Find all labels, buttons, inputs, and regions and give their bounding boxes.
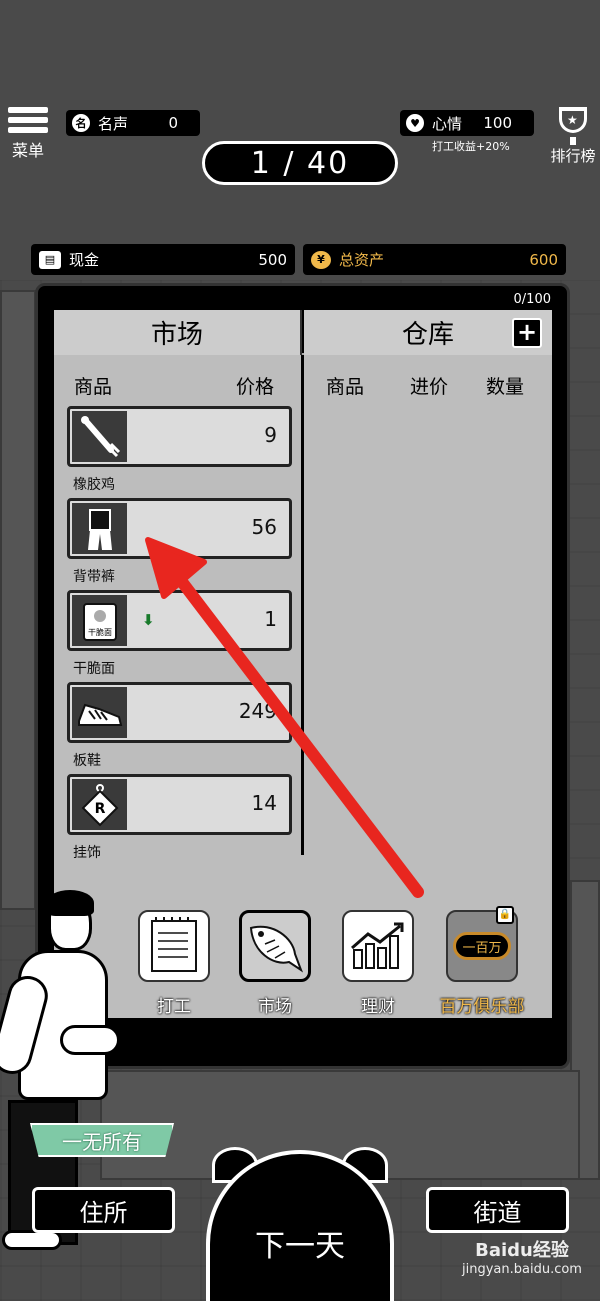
item-name: 背带裤 [73, 569, 115, 585]
character-hair [46, 890, 94, 916]
total-assets-display: ¥ 总资产 600 [303, 244, 566, 275]
market-header-price: 价格 [236, 376, 275, 398]
lock-icon: 🔒 [496, 906, 514, 924]
item-price: 249 [238, 699, 277, 723]
fame-icon: 名 [72, 114, 90, 132]
warehouse-capacity: 0/100 [513, 292, 551, 307]
million-badge-icon: 一百万 [453, 932, 511, 960]
fame-label: 名声 [98, 114, 129, 133]
finance-button[interactable] [342, 910, 414, 982]
market-item-pendant[interactable]: R 14 [67, 774, 292, 835]
noodles-icon: 干脆面 [72, 595, 127, 646]
cash-icon: ▤ [39, 250, 61, 269]
work-button[interactable] [138, 910, 210, 982]
yen-coin-icon: ¥ [311, 250, 331, 269]
assets-value: 600 [529, 250, 558, 269]
storage-header-qty: 数量 [486, 376, 525, 398]
item-name: 橡胶鸡 [73, 477, 115, 493]
overalls-icon [72, 503, 127, 554]
fame-value: 0 [168, 114, 178, 132]
trophy-icon: ★ [559, 107, 587, 145]
item-price: 9 [264, 423, 277, 447]
svg-text:R: R [94, 801, 105, 817]
day-counter: 1 / 40 [202, 141, 398, 185]
item-name: 板鞋 [73, 753, 101, 769]
pendant-icon: R [72, 779, 127, 830]
millionaire-club-button[interactable]: 一百万 🔒 [446, 906, 518, 982]
market-nav-label: 市场 [258, 997, 292, 1017]
leaderboard-label: 排行榜 [550, 147, 596, 165]
item-price: 14 [251, 791, 277, 815]
storage-header-cost: 进价 [410, 376, 449, 398]
expand-storage-button[interactable]: + [512, 318, 542, 348]
menu-label: 菜单 [11, 141, 44, 160]
assets-label: 总资产 [339, 251, 385, 269]
character-arm [60, 1025, 120, 1055]
finance-label: 理财 [361, 997, 395, 1017]
market-item-sneakers[interactable]: 249 [67, 682, 292, 743]
clipboard-icon [151, 917, 197, 972]
mood-display: ♥ 心情 100 [400, 110, 534, 136]
item-price: 56 [251, 515, 277, 539]
next-day-label: 下一天 [255, 1228, 345, 1264]
storage-header-item: 商品 [326, 376, 365, 398]
cash-label: 现金 [69, 251, 100, 269]
price-down-arrow-icon: ⬇ [142, 611, 155, 629]
cash-display: ▤ 现金 500 [31, 244, 295, 275]
tab-market[interactable]: 市场 [54, 310, 302, 355]
leaderboard-button[interactable]: ★ 排行榜 [546, 107, 600, 166]
market-item-noodles[interactable]: 干脆面 ⬇ 1 [67, 590, 292, 651]
work-label: 打工 [157, 997, 191, 1017]
heart-icon: ♥ [406, 114, 424, 132]
watermark-logo: Baidu经验 [475, 1240, 569, 1261]
home-button[interactable]: 住所 [32, 1187, 175, 1233]
watermark-url: jingyan.baidu.com [462, 1262, 582, 1277]
noodles-package-text: 干脆面 [88, 627, 112, 637]
market-panel: 0/100 市场 仓库 + 商品 价格 商品 进价 数量 9 橡胶鸡 56 背带… [35, 283, 570, 1069]
millionaire-club-label: 百万俱乐部 [439, 997, 525, 1017]
fish-icon [249, 925, 304, 973]
character-shoe [2, 1230, 62, 1250]
action-nav-bar: 打工 市场 理财 一百万 🔒 百万俱乐部 [54, 900, 552, 1018]
cash-value: 500 [258, 250, 287, 269]
item-name: 挂饰 [73, 845, 101, 861]
street-button[interactable]: 街道 [426, 1187, 569, 1233]
market-item-rubber-chicken[interactable]: 9 [67, 406, 292, 467]
market-item-overalls[interactable]: 56 [67, 498, 292, 559]
sneakers-icon [72, 687, 127, 738]
market-header-item: 商品 [74, 376, 113, 398]
rubber-chicken-icon [72, 411, 127, 462]
mood-value: 100 [483, 114, 512, 132]
status-badge: 一无所有 [30, 1123, 174, 1157]
item-price: 1 [264, 607, 277, 631]
tab-bar: 市场 仓库 + [54, 310, 552, 355]
mood-bonus-note: 打工收益+20% [432, 140, 510, 153]
watermark: Baidu经验 jingyan.baidu.com [462, 1236, 582, 1277]
menu-icon [8, 107, 48, 133]
tab-storage-label: 仓库 [401, 320, 454, 350]
mood-label: 心情 [432, 114, 463, 133]
panel-content: 市场 仓库 + 商品 价格 商品 进价 数量 9 橡胶鸡 56 背带裤 干脆面 … [54, 310, 552, 1018]
background-building [0, 290, 36, 910]
column-divider [301, 355, 304, 855]
fame-display: 名 名声 0 [66, 110, 200, 136]
chart-up-icon [351, 922, 404, 969]
item-name: 干脆面 [73, 661, 115, 677]
menu-button[interactable]: 菜单 [8, 107, 48, 161]
market-nav-button[interactable] [239, 910, 311, 982]
